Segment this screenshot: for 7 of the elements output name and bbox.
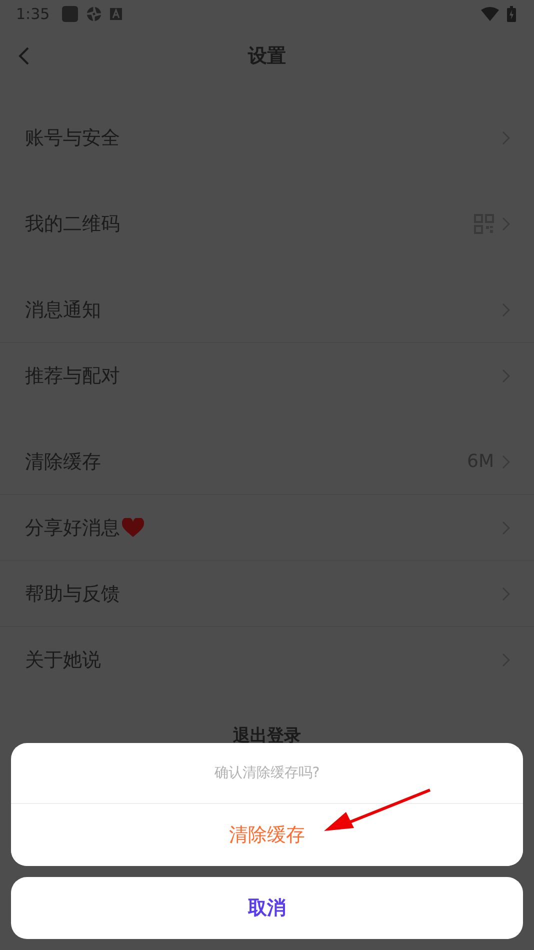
wifi-icon [481,7,499,21]
app-square-icon [62,6,78,22]
letter-box-icon [110,8,122,20]
heart-icon [122,518,144,538]
battery-icon [507,6,516,22]
cancel-button[interactable]: 取消 [11,877,523,939]
aperture-icon [86,6,102,22]
